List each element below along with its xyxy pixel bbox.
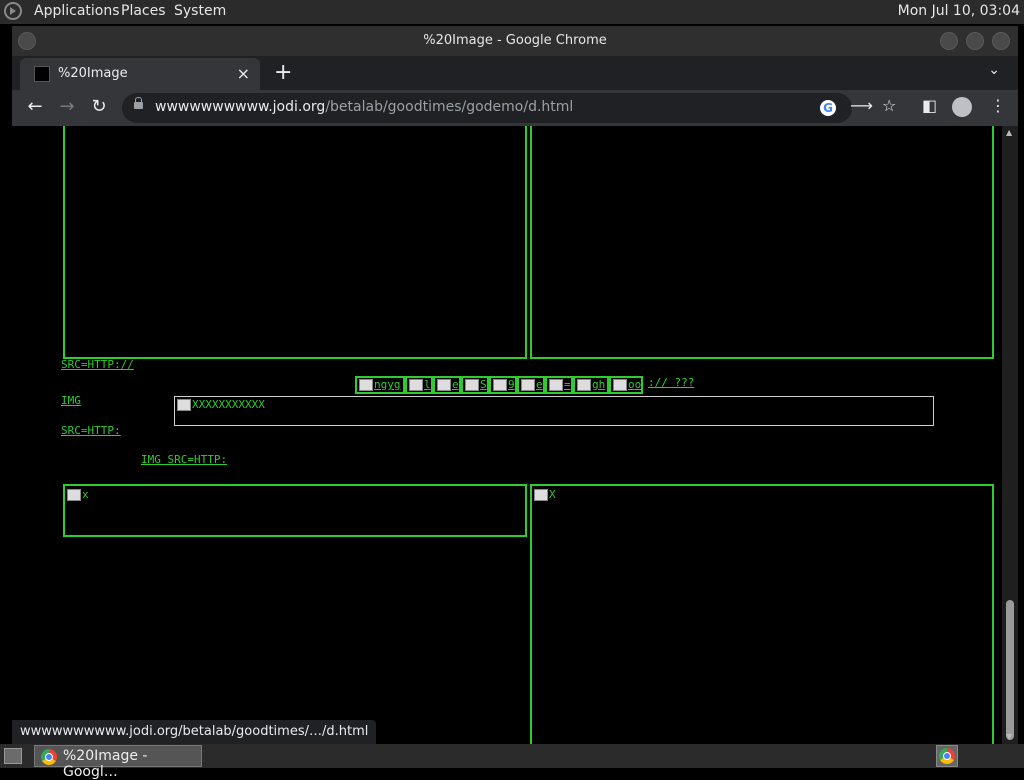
close-window-icon[interactable]: [992, 32, 1010, 50]
tab-strip: %20Image × + ⌄: [12, 56, 1018, 90]
broken-image-icon: [577, 379, 591, 391]
reload-icon[interactable]: ↻: [87, 96, 111, 117]
scroll-down-icon[interactable]: ▼: [1006, 732, 1012, 741]
taskbar-chrome-window[interactable]: %20Image - Googl…: [34, 745, 202, 780]
url-text[interactable]: wwwwwwwwww.jodi.org/betalab/goodtimes/go…: [155, 99, 573, 115]
clock[interactable]: Mon Jul 10, 03:04: [898, 3, 1020, 19]
broken-image-icon: [409, 379, 423, 391]
os-taskbar: %20Image - Googl…: [0, 744, 1024, 780]
strip-cell[interactable]: gh: [573, 376, 609, 394]
link-img-src-http[interactable]: IMG SRC=HTTP:: [141, 453, 227, 466]
status-bar: wwwwwwwwww.jodi.org/betalab/goodtimes/…/…: [12, 720, 377, 744]
strip-cell[interactable]: =: [545, 376, 573, 394]
broken-image-icon: [177, 399, 191, 411]
image-alt-text: XXXXXXXXXXX: [192, 398, 265, 411]
broken-image-icon: [67, 489, 81, 501]
strip-cell[interactable]: e: [517, 376, 545, 394]
broken-image-icon: [465, 379, 479, 391]
browser-window: %20Image - Google Chrome %20Image × + ⌄ …: [12, 26, 1018, 744]
frame-bottom-left[interactable]: x: [63, 484, 527, 537]
url-path: /betalab/goodtimes/godemo/d.html: [325, 99, 574, 115]
chrome-icon: [939, 748, 955, 764]
frame-top-left: [63, 126, 527, 359]
show-desktop-icon[interactable]: [4, 748, 22, 764]
frame-top-right: [530, 126, 994, 359]
frame-bottom-right[interactable]: X: [530, 484, 994, 744]
window-title: %20Image - Google Chrome: [423, 33, 607, 48]
broken-image-icon: [493, 379, 507, 391]
profile-avatar-icon[interactable]: [952, 97, 972, 117]
tab-active[interactable]: %20Image ×: [20, 58, 260, 90]
lock-icon[interactable]: [134, 97, 143, 109]
minimize-icon[interactable]: [940, 32, 958, 50]
strip-cell[interactable]: oo: [609, 376, 643, 394]
new-tab-icon[interactable]: +: [274, 60, 292, 85]
frame-alt-text: X: [549, 488, 556, 501]
scrollbar-thumb[interactable]: [1006, 600, 1014, 740]
forward-icon[interactable]: →: [55, 96, 79, 117]
broken-image-icon: [359, 379, 373, 391]
share-icon[interactable]: ⟶: [850, 96, 873, 115]
os-top-panel: Applications Places System Mon Jul 10, 0…: [0, 0, 1024, 24]
browser-toolbar: ← → ↻ wwwwwwwwww.jodi.org/betalab/goodti…: [12, 90, 1018, 126]
page-viewport: SRC=HTTP:// ngyg l e S 9 e = gh oo :// ?…: [12, 126, 1002, 744]
broken-image-icon: [437, 379, 451, 391]
strip-cell[interactable]: l: [405, 376, 433, 394]
tab-close-icon[interactable]: ×: [237, 64, 250, 83]
menu-system[interactable]: System: [174, 3, 226, 19]
broken-image-icon: [534, 489, 548, 501]
side-panel-icon[interactable]: ◧: [922, 96, 937, 115]
favicon-icon: [34, 66, 50, 82]
menu-places[interactable]: Places: [121, 3, 166, 19]
menu-applications[interactable]: Applications: [34, 3, 120, 19]
link-img[interactable]: IMG: [61, 394, 81, 407]
address-bar[interactable]: wwwwwwwwww.jodi.org/betalab/goodtimes/go…: [122, 93, 852, 123]
broken-image-icon: [549, 379, 563, 391]
more-menu-icon[interactable]: ⋮: [990, 96, 1006, 115]
os-logo-icon[interactable]: [4, 2, 22, 20]
frame-alt-text: x: [82, 488, 89, 501]
google-lens-icon[interactable]: G: [820, 100, 836, 116]
strip-cell[interactable]: e: [433, 376, 461, 394]
scroll-up-icon[interactable]: ▲: [1006, 128, 1012, 137]
tab-search-chevron-icon[interactable]: ⌄: [988, 62, 1000, 78]
link-strip-trailing[interactable]: :// ???: [648, 376, 694, 389]
strip-cell[interactable]: 9: [489, 376, 517, 394]
chrome-icon: [41, 749, 57, 765]
window-menu-icon[interactable]: [18, 32, 36, 50]
strip-cell[interactable]: ngyg: [355, 376, 405, 394]
broken-image-icon: [613, 379, 627, 391]
taskbar-item-label: %20Image - Googl…: [63, 748, 148, 780]
bookmark-star-icon[interactable]: ☆: [882, 96, 896, 115]
link-src-http-short[interactable]: SRC=HTTP:: [61, 424, 121, 437]
window-titlebar[interactable]: %20Image - Google Chrome: [12, 26, 1018, 56]
strip-cell[interactable]: S: [461, 376, 489, 394]
url-host: wwwwwwwwww.jodi.org: [155, 99, 326, 115]
back-icon[interactable]: ←: [23, 96, 47, 117]
maximize-icon[interactable]: [966, 32, 984, 50]
page-scrollbar[interactable]: ▲ ▼: [1002, 126, 1018, 744]
broken-image-icon: [521, 379, 535, 391]
tray-chrome[interactable]: [936, 745, 958, 767]
tab-title: %20Image: [58, 66, 128, 81]
image-placeholder-box[interactable]: XXXXXXXXXXX: [174, 396, 934, 426]
link-src-http[interactable]: SRC=HTTP://: [61, 358, 134, 371]
broken-image-strip: ngyg l e S 9 e = gh oo: [355, 376, 643, 394]
